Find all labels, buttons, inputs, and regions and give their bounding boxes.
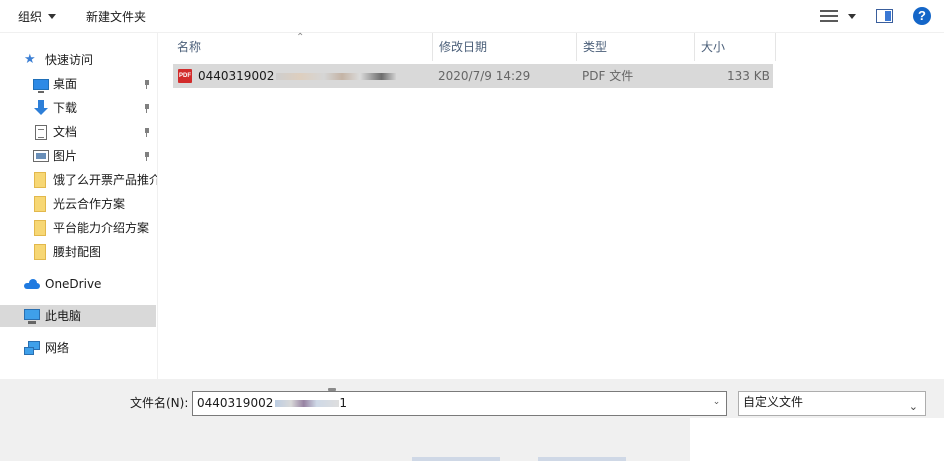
- nav-item-label: 文档: [53, 125, 78, 139]
- obscured-region: [690, 418, 944, 461]
- open-button[interactable]: [412, 457, 500, 461]
- nav-item-this-pc[interactable]: 此电脑: [0, 305, 156, 327]
- organize-label: 组织: [18, 10, 43, 24]
- star-icon: ★: [24, 52, 36, 67]
- nav-quick-access[interactable]: ★ 快速访问: [0, 49, 157, 71]
- file-name: 0440319002: [198, 64, 397, 88]
- onedrive-cloud-icon: [24, 279, 40, 289]
- download-icon: [33, 100, 49, 116]
- file-row[interactable]: PDF 0440319002 2020/7/9 14:29 PDF 文件 133…: [173, 64, 773, 88]
- nav-item-folder-eleme[interactable]: 饿了么开票产品推介: [0, 169, 158, 191]
- nav-item-label: OneDrive: [45, 277, 102, 291]
- nav-quick-access-label: 快速访问: [45, 53, 94, 67]
- organize-button[interactable]: 组织: [18, 8, 57, 26]
- chevron-down-icon: [48, 14, 57, 19]
- file-type-select[interactable]: 自定义文件 ⌄: [738, 391, 926, 416]
- filename-input-text: 0440319002: [197, 396, 274, 410]
- pdf-file-icon: PDF: [178, 69, 192, 83]
- help-icon[interactable]: ?: [913, 7, 931, 25]
- nav-item-pictures[interactable]: 图片: [0, 145, 157, 167]
- nav-item-label: 桌面: [53, 77, 78, 91]
- cancel-button[interactable]: [538, 457, 626, 461]
- nav-item-label: 下载: [53, 101, 78, 115]
- pin-icon: [143, 80, 151, 89]
- nav-item-label: 平台能力介绍方案: [53, 221, 150, 235]
- view-options-icon: [820, 9, 838, 23]
- column-header-size[interactable]: 大小: [695, 33, 776, 61]
- column-header-name[interactable]: 名称: [171, 33, 433, 61]
- redacted-text: [275, 400, 340, 407]
- pin-icon: [143, 104, 151, 113]
- nav-item-folder-platform[interactable]: 平台能力介绍方案: [0, 217, 157, 239]
- file-name-text: 0440319002: [198, 69, 275, 83]
- nav-item-downloads[interactable]: 下载: [0, 97, 157, 119]
- new-folder-button[interactable]: 新建文件夹: [86, 8, 146, 26]
- navigation-pane[interactable]: ★ 快速访问 桌面 下载 文档 图片 饿了么开票产品推介 光云合作方案 平台能力…: [0, 33, 158, 379]
- nav-item-label: 网络: [45, 341, 70, 355]
- file-type-value: 自定义文件: [743, 395, 804, 409]
- view-options-button[interactable]: [820, 9, 858, 25]
- nav-item-folder-yaofeng[interactable]: 腰封配图: [0, 241, 157, 263]
- nav-item-label: 光云合作方案: [53, 197, 126, 211]
- preview-pane-icon[interactable]: [876, 9, 893, 23]
- nav-item-desktop[interactable]: 桌面: [0, 73, 157, 95]
- file-modified: 2020/7/9 14:29: [438, 69, 531, 83]
- file-type: PDF 文件: [582, 69, 634, 83]
- filename-bar: 文件名(N): 0440319002 1 ⌄ 自定义文件 ⌄: [0, 379, 944, 461]
- redacted-text: [276, 73, 397, 80]
- nav-item-onedrive[interactable]: OneDrive: [0, 273, 157, 295]
- desktop-icon: [33, 79, 49, 93]
- nav-item-documents[interactable]: 文档: [0, 121, 157, 143]
- column-header-type[interactable]: 类型: [577, 33, 695, 61]
- chevron-down-icon: ⌄: [908, 400, 918, 413]
- folder-icon: [34, 172, 46, 188]
- network-icon: [24, 341, 40, 355]
- filename-label: 文件名(N):: [130, 396, 189, 410]
- column-header-modified[interactable]: 修改日期: [433, 33, 577, 61]
- nav-item-label: 图片: [53, 149, 78, 163]
- file-size: 133 KB: [727, 69, 770, 83]
- filename-input[interactable]: 0440319002 1: [192, 391, 727, 416]
- pin-icon: [143, 152, 151, 161]
- pin-icon: [143, 128, 151, 137]
- nav-item-network[interactable]: 网络: [0, 337, 157, 359]
- nav-item-label: 此电脑: [45, 309, 82, 323]
- folder-icon: [34, 220, 46, 236]
- nav-item-label: 腰封配图: [53, 245, 102, 259]
- picture-icon: [33, 150, 49, 162]
- folder-icon: [34, 196, 46, 212]
- filename-history-chevron-icon[interactable]: ⌄: [707, 392, 726, 415]
- document-icon: [35, 125, 47, 140]
- computer-icon: [24, 309, 40, 324]
- nav-item-folder-guangyun[interactable]: 光云合作方案: [0, 193, 157, 215]
- file-list[interactable]: ⌃ 名称 修改日期 类型 大小 PDF 0440319002 2020/7/9 …: [159, 32, 944, 379]
- chevron-down-icon: [848, 14, 856, 19]
- nav-item-label: 饿了么开票产品推介: [53, 173, 158, 187]
- filename-suffix: 1: [339, 396, 347, 410]
- folder-icon: [34, 244, 46, 260]
- command-bar: 组织 新建文件夹 ?: [0, 0, 944, 33]
